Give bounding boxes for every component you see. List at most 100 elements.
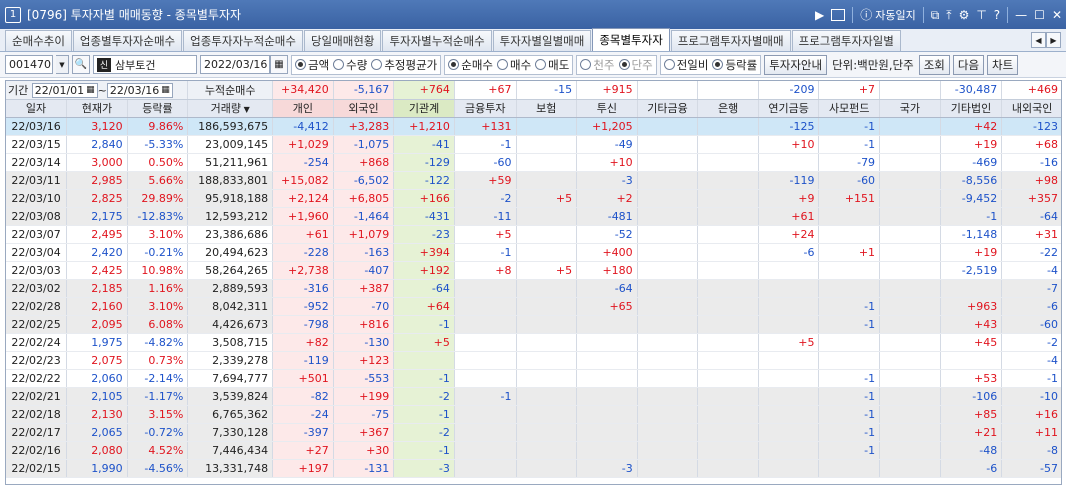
table-row[interactable]: 22/02/24 1,975 -4.82% 3,508,715 +82 -130 +5 +5 +…	[6, 333, 1061, 352]
table-cell: -4	[1001, 351, 1061, 370]
radio-sell[interactable]: 매도	[535, 57, 569, 73]
tab-sector-investor-net-buy[interactable]: 업종별투자자순매수	[72, 30, 183, 51]
radio-net-buy[interactable]: 순매수	[448, 57, 493, 73]
table-cell: -49	[576, 135, 638, 154]
table-cell	[879, 261, 941, 280]
table-cell: 23,386,686	[187, 225, 274, 244]
radio-thousand-shares[interactable]: 천주	[580, 57, 615, 73]
table-row[interactable]: 22/02/18 2,130 3.15% 6,765,362 -24 -75 -1 -1 +85…	[6, 405, 1061, 424]
column-header[interactable]: 보험	[516, 99, 578, 118]
table-cell	[637, 333, 699, 352]
investor-info-button[interactable]: 투자자안내	[764, 54, 828, 75]
tab-program-investor-daily[interactable]: 프로그램투자자일별	[791, 30, 901, 51]
radio-change-rate[interactable]: 등락률	[712, 57, 757, 73]
table-row[interactable]: 22/03/14 3,000 0.50% 51,211,961 -254 +868 -129…	[6, 153, 1061, 172]
table-cell: -6	[1001, 297, 1061, 316]
radio-single-shares[interactable]: 단주	[618, 57, 653, 73]
settings-window-icon[interactable]: ⚙	[959, 9, 970, 21]
table-row[interactable]: 22/02/15 1,990 -4.56% 13,331,748 +197 -131 -3-…	[6, 459, 1061, 478]
tab-daily-trading-status[interactable]: 당일매매현황	[303, 30, 382, 51]
column-header[interactable]: 개인	[272, 99, 334, 118]
upload-icon[interactable]: ⤒	[946, 9, 951, 21]
table-row[interactable]: 22/02/23 2,075 0.73% 2,339,278 -119 +123 -4	[6, 351, 1061, 370]
table-cell	[818, 351, 881, 370]
column-header[interactable]: 금융투자	[454, 99, 517, 118]
table-row[interactable]: 22/02/25 2,095 6.08% 4,426,673 -798 +816 -1 -1 +…	[6, 315, 1061, 334]
tab-investor-cumulative-net-buy[interactable]: 투자자별누적순매수	[382, 30, 492, 51]
column-header[interactable]: 기관계	[393, 99, 455, 118]
table-row[interactable]: 22/02/16 2,080 4.52% 7,446,434 +27 +30 -1 -1 -48…	[6, 441, 1061, 460]
table-row[interactable]: 22/03/04 2,420 -0.21% 20,494,623 -228 -163 +39…	[6, 243, 1061, 262]
table-cell	[697, 405, 759, 424]
pin-icon[interactable]: ⊤	[976, 9, 986, 21]
table-cell: -64	[393, 279, 455, 298]
table-row[interactable]: 22/03/11 2,985 5.66% 188,833,801 +15,082 -6,5…	[6, 171, 1061, 190]
chart-button[interactable]: 차트	[987, 54, 1019, 75]
table-cell: +9	[758, 189, 820, 208]
maximize-icon[interactable]: ☐	[1034, 9, 1045, 21]
table-row[interactable]: 22/03/07 2,495 3.10% 23,386,686 +61 +1,079 -23…	[6, 225, 1061, 244]
table-row[interactable]: 22/03/10 2,825 29.89% 95,918,188 +2,124 +6,80…	[6, 189, 1061, 208]
value-type-radios: 금액 수량 추정평균가	[291, 54, 442, 75]
tab-stock-investor[interactable]: 종목별투자자	[592, 28, 670, 51]
date-input[interactable]: 2022/03/16	[200, 55, 270, 74]
screen-icon[interactable]	[831, 8, 846, 21]
column-header[interactable]: 국가	[879, 99, 941, 118]
table-row[interactable]: 22/02/17 2,065 -0.72% 7,330,128 -397 +367 -2 -1…	[6, 423, 1061, 442]
column-header[interactable]: 사모펀드	[818, 99, 881, 118]
chevron-down-icon[interactable]: ▼	[56, 55, 69, 74]
table-cell	[697, 117, 759, 136]
table-cell	[697, 189, 759, 208]
close-icon[interactable]: ✕	[1052, 9, 1062, 21]
column-header[interactable]: 거래량	[187, 99, 274, 118]
period-from-input[interactable]: 22/01/01 ▦	[31, 82, 98, 98]
tab-net-buy-trend[interactable]: 순매수추이	[5, 30, 72, 51]
play-icon[interactable]: ▶	[815, 9, 824, 21]
table-cell	[697, 171, 759, 190]
calendar-icon[interactable]: ▦	[86, 85, 95, 95]
radio-buy[interactable]: 매수	[497, 57, 531, 73]
table-row[interactable]: 22/03/16 3,120 9.86% 186,593,675 -4,412 +3,28…	[6, 117, 1061, 136]
column-header[interactable]: 기타법인	[940, 99, 1003, 118]
column-header[interactable]: 투신	[576, 99, 638, 118]
table-row[interactable]: 22/02/22 2,060 -2.14% 7,694,777 +501 -553 -1 -1…	[6, 369, 1061, 388]
column-header[interactable]: 연기금등	[758, 99, 820, 118]
help-icon[interactable]: ?	[994, 9, 1000, 21]
stock-name-field[interactable]: 신 삼부토건	[93, 55, 197, 74]
column-header[interactable]: 내외국인	[1001, 99, 1061, 118]
table-cell: 0.73%	[127, 351, 189, 370]
column-header[interactable]: 기타금융	[637, 99, 699, 118]
table-cell: +199	[333, 387, 395, 406]
table-row[interactable]: 22/02/21 2,105 -1.17% 3,539,824 -82 +199 -2 -1-…	[6, 387, 1061, 406]
table-row[interactable]: 22/03/15 2,840 -5.33% 23,009,145 +1,029 -1,07…	[6, 135, 1061, 154]
radio-estimated-avg[interactable]: 추정평균가	[371, 57, 437, 73]
column-header[interactable]: 등락률	[127, 99, 189, 118]
radio-amount[interactable]: 금액	[295, 57, 329, 73]
tab-program-investor-trading[interactable]: 프로그램투자자별매매	[670, 30, 791, 51]
table-row[interactable]: 22/03/02 2,185 1.16% 2,889,593 -316 +387 -64 -6…	[6, 279, 1061, 298]
next-button[interactable]: 다음	[952, 54, 985, 75]
radio-quantity[interactable]: 수량	[333, 57, 367, 73]
radio-prev-day-diff[interactable]: 전일비	[663, 57, 708, 73]
tab-sector-investor-cumulative[interactable]: 업종투자자누적순매수	[183, 30, 303, 51]
tab-investor-daily-trading[interactable]: 투자자별일별매매	[492, 30, 592, 51]
calendar-icon[interactable]: ▦	[270, 55, 288, 74]
period-to-input[interactable]: 22/03/16 ▦	[106, 82, 173, 98]
tab-scroll-right-icon[interactable]: ▶	[1046, 32, 1061, 48]
table-row[interactable]: 22/03/03 2,425 10.98% 58,264,265 +2,738 -407 +…	[6, 261, 1061, 280]
table-row[interactable]: 22/03/08 2,175 -12.83% 12,593,212 +1,960 -1,4…	[6, 207, 1061, 226]
minimize-icon[interactable]: —	[1015, 9, 1027, 21]
search-icon[interactable]: 🔍	[72, 55, 90, 74]
table-row[interactable]: 22/02/28 2,160 3.10% 8,042,311 -952 -70 +64 +65…	[6, 297, 1061, 316]
tab-scroll-left-icon[interactable]: ◀	[1031, 32, 1046, 48]
auto-journal-button[interactable]: ⓘ 자동일지	[860, 7, 916, 23]
link-window-icon[interactable]: ⧉	[931, 9, 940, 21]
table-cell: 23,009,145	[187, 135, 274, 154]
query-button[interactable]: 조회	[918, 54, 950, 75]
column-header[interactable]: 은행	[697, 99, 759, 118]
column-header[interactable]: 일자	[6, 99, 68, 118]
column-header[interactable]: 외국인	[333, 99, 395, 118]
column-header[interactable]: 현재가	[66, 99, 128, 118]
calendar-icon[interactable]: ▦	[161, 85, 170, 95]
stock-code-input[interactable]: 001470	[5, 55, 53, 74]
